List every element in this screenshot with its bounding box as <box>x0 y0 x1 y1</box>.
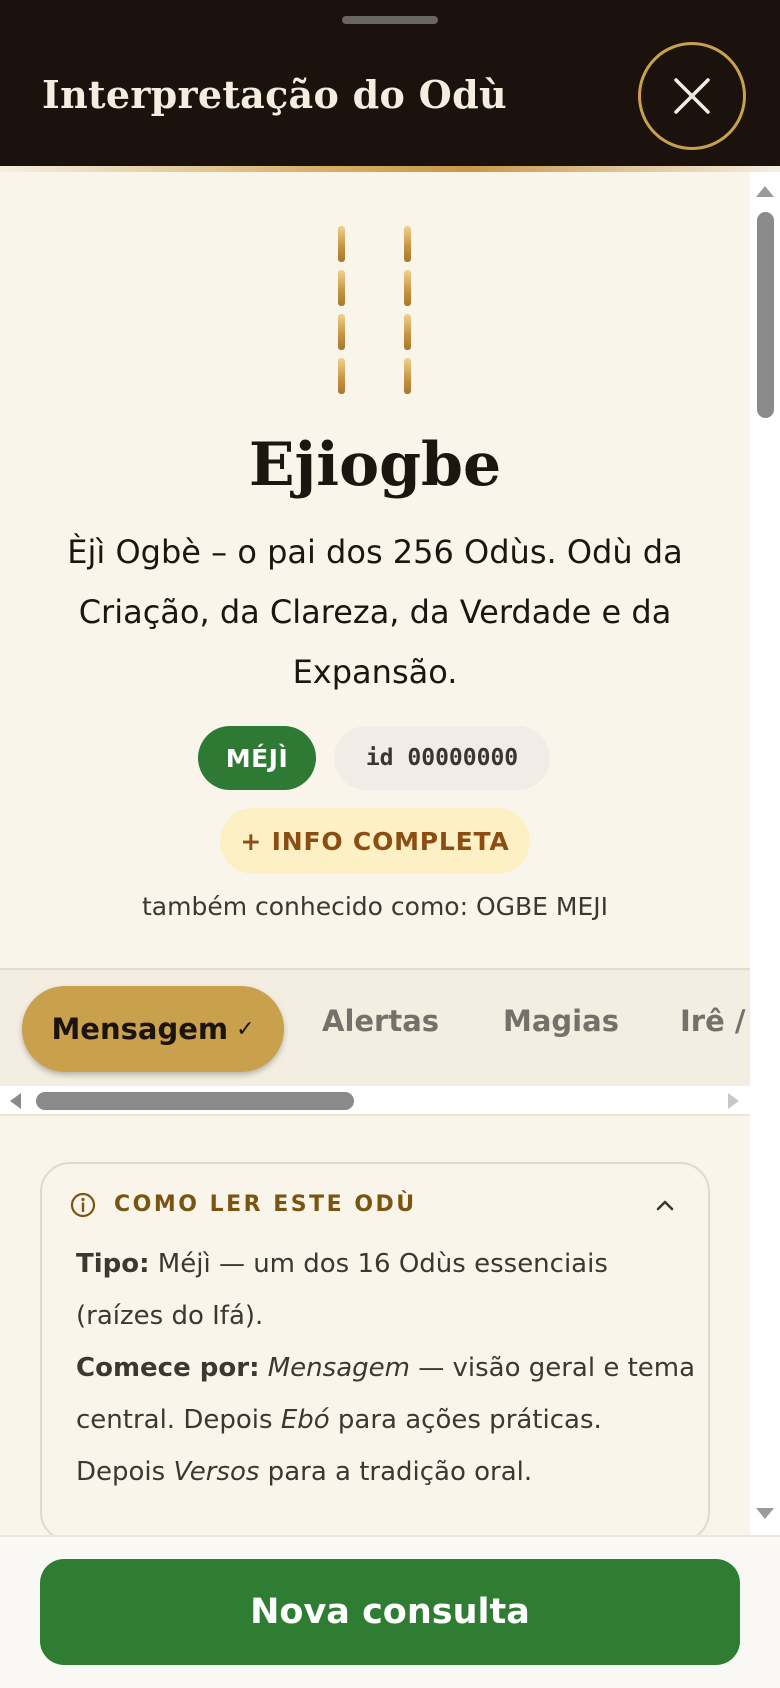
vertical-scrollbar[interactable] <box>750 172 780 1535</box>
close-icon <box>674 78 710 114</box>
modal-header: Interpretação do Odù <box>0 0 780 172</box>
also-known-as: também conhecido como: OGBE MEJI <box>141 892 609 921</box>
how-to-read-card: COMO LER ESTE ODÙ Tipo: Méjì — um dos 16… <box>40 1162 710 1535</box>
odu-sign-icon <box>331 226 411 394</box>
scroll-left-arrow-icon[interactable] <box>10 1093 21 1109</box>
scroll-down-arrow-icon[interactable] <box>756 1508 774 1519</box>
bottom-bar: Nova consulta <box>0 1535 780 1688</box>
close-button[interactable] <box>638 42 746 150</box>
new-consultation-button[interactable]: Nova consulta <box>40 1559 740 1665</box>
how-to-read-title: COMO LER ESTE ODÙ <box>114 1192 417 1217</box>
vertical-scrollbar-thumb[interactable] <box>757 212 774 418</box>
tab-bar: Mensagem ✓ Alertas Magias Irê / <box>0 968 750 1086</box>
tab-ire[interactable]: Irê / <box>680 1004 745 1038</box>
full-info-button[interactable]: + INFO COMPLETA <box>220 808 530 874</box>
scroll-right-arrow-icon[interactable] <box>728 1093 739 1109</box>
chevron-up-icon[interactable] <box>654 1194 676 1216</box>
tab-mensagem[interactable]: Mensagem ✓ <box>22 986 284 1072</box>
odu-name: Ejiogbe <box>248 430 502 500</box>
check-icon: ✓ <box>236 1016 255 1042</box>
start-paragraph: Comece por: Mensagem — visão geral e tem… <box>76 1353 696 1487</box>
scroll-up-arrow-icon[interactable] <box>756 186 774 197</box>
info-icon <box>70 1192 96 1218</box>
drag-handle[interactable] <box>342 16 438 24</box>
content-panel: Ejiogbe Èjì Ogbè – o pai dos 256 Odùs. O… <box>0 172 750 1535</box>
modal-title: Interpretação do Odù <box>42 72 507 117</box>
type-paragraph: Tipo: Méjì — um dos 16 Odùs essenciais (… <box>76 1249 608 1331</box>
tab-scrollbar[interactable] <box>0 1086 750 1116</box>
tab-alertas[interactable]: Alertas <box>322 1004 439 1038</box>
type-badge: MÉJÌ <box>198 726 316 790</box>
tab-magias[interactable]: Magias <box>503 1004 619 1038</box>
id-badge: id 00000000 <box>334 726 550 790</box>
odu-description: Èjì Ogbè – o pai dos 256 Odùs. Odù da Cr… <box>67 533 683 691</box>
scrollbar-thumb[interactable] <box>36 1092 354 1110</box>
tab-label: Mensagem <box>51 1012 229 1046</box>
